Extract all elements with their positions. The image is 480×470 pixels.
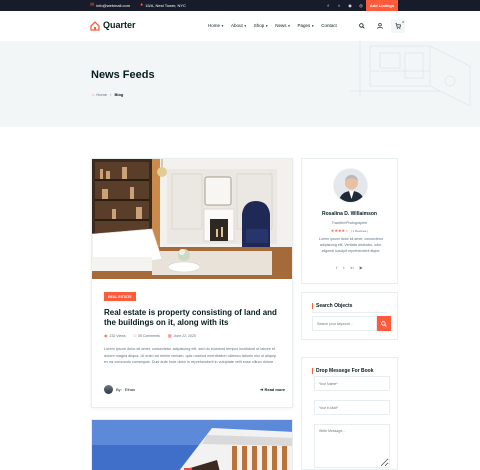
author-rating: ★★★★☆ ( 1 Reviews ) (330, 228, 369, 233)
page-banner: News Feeds ⌂ Home › Blog (0, 41, 480, 127)
search-widget: Search Objects (301, 292, 398, 340)
post-image[interactable] (92, 159, 292, 279)
twitter-icon[interactable]: t (343, 265, 344, 270)
add-listings-button[interactable]: Add Listings (366, 0, 398, 11)
search-input[interactable] (312, 316, 377, 331)
dribbble-icon[interactable]: ◎ (358, 2, 364, 8)
star-rating-icon: ★★★★☆ (330, 228, 349, 233)
chevron-down-icon: ▼ (311, 23, 315, 28)
logo-text: Quarter (103, 20, 136, 30)
author-widget: Rosalina D. Willaimson Traveller/Photogr… (301, 158, 398, 284)
nav-home[interactable]: Home ▼ (208, 23, 224, 28)
top-bar-contact: ✉ info@webmail.com ● 15/A, Nest Tower, N… (90, 2, 186, 9)
header-actions: 0 (355, 19, 405, 33)
breadcrumb-separator: › (110, 92, 112, 97)
blog-post-card-2 (91, 419, 293, 470)
author-photo (333, 168, 368, 203)
post-comments[interactable]: □ 35 Comments (134, 333, 160, 338)
house-logo-icon (90, 20, 100, 31)
nav-shop[interactable]: Shop ▼ (254, 23, 269, 28)
top-bar: ✉ info@webmail.com ● 15/A, Nest Tower, N… (0, 0, 480, 11)
eye-icon: ◉ (104, 333, 108, 338)
search-icon[interactable] (355, 19, 369, 33)
post-title[interactable]: Real estate is property consisting of la… (104, 308, 284, 328)
post-meta: ◉ 232 Views □ 35 Comments ▦ June 22, 2020 (104, 333, 196, 338)
author-social: f t in ▶ (302, 265, 397, 270)
nav-pages[interactable]: Pages ▼ (298, 23, 315, 28)
page-title: News Feeds (91, 69, 155, 81)
nav-news[interactable]: News ▼ (275, 23, 290, 28)
user-icon[interactable] (373, 19, 387, 33)
chevron-down-icon: ▼ (287, 23, 291, 28)
nav-contact[interactable]: Contact (321, 23, 337, 28)
youtube-icon[interactable]: ▶ (360, 265, 363, 270)
location-pin-icon: ● (140, 2, 144, 8)
author-avatar (104, 385, 113, 394)
breadcrumb-home[interactable]: ⌂ Home (92, 92, 107, 97)
chevron-down-icon: ▼ (243, 23, 247, 28)
title-accent-bar (312, 368, 313, 374)
blueprint-decoration (350, 41, 471, 107)
calendar-icon: ▦ (167, 333, 172, 338)
post-author[interactable]: By: Ethan (104, 385, 135, 394)
cart-icon[interactable]: 0 (391, 19, 405, 33)
instagram-icon[interactable]: ◉ (347, 2, 353, 8)
main-nav: Home ▼ About ▼ Shop ▼ News ▼ Pages ▼ Contact (208, 23, 337, 28)
cart-count: 0 (402, 20, 404, 24)
mail-icon: ✉ (90, 2, 95, 8)
twitter-icon[interactable]: t (336, 2, 342, 8)
read-more-link[interactable]: ➜ Read more (260, 387, 285, 392)
name-field[interactable] (314, 376, 390, 391)
post-excerpt: Lorem ipsum dolor sit amet, consectetur … (104, 347, 277, 364)
post-category-tag[interactable]: REAL ESTATE (104, 292, 136, 301)
blog-post-card: REAL ESTATE Real estate is property cons… (91, 158, 293, 408)
post-views: ◉ 232 Views (104, 333, 126, 338)
top-bar-email[interactable]: ✉ info@webmail.com (90, 2, 130, 9)
post-image-2[interactable] (92, 420, 293, 470)
search-form (312, 316, 391, 331)
message-widget-title: Drop Messege For Book (312, 368, 374, 374)
facebook-icon[interactable]: f (336, 265, 337, 270)
author-role: Traveller/Photographer (331, 221, 368, 225)
search-icon (381, 320, 387, 327)
home-icon: ⌂ (92, 92, 95, 97)
title-accent-bar (312, 303, 313, 309)
divider (312, 312, 387, 313)
nav-about[interactable]: About ▼ (231, 23, 247, 28)
comment-icon: □ (133, 333, 137, 338)
email-field[interactable] (314, 400, 390, 415)
main-header: Quarter Home ▼ About ▼ Shop ▼ News ▼ Pages ▼ … (0, 11, 480, 41)
chevron-down-icon: ▼ (265, 23, 269, 28)
message-field[interactable] (314, 424, 390, 468)
search-button[interactable] (377, 316, 391, 331)
site-logo[interactable]: Quarter (90, 20, 136, 31)
facebook-icon[interactable]: f (325, 2, 331, 8)
breadcrumb-current: Blog (114, 92, 124, 97)
top-bar-social: f t ◉ ◎ (325, 2, 364, 8)
breadcrumb: ⌂ Home › Blog (92, 92, 123, 97)
message-widget: Drop Messege For Book (301, 357, 398, 470)
top-bar-address: ● 15/A, Nest Tower, NYC (140, 2, 186, 8)
author-name: Rosalina D. Willaimson (322, 211, 377, 217)
search-widget-title: Search Objects (312, 303, 352, 309)
chevron-down-icon: ▼ (221, 23, 224, 28)
post-date: ▦ June 22, 2020 (167, 333, 196, 338)
linkedin-icon[interactable]: in (351, 265, 354, 270)
author-bio: Lorem ipsum dolor sit amet, consectetur … (319, 237, 383, 254)
